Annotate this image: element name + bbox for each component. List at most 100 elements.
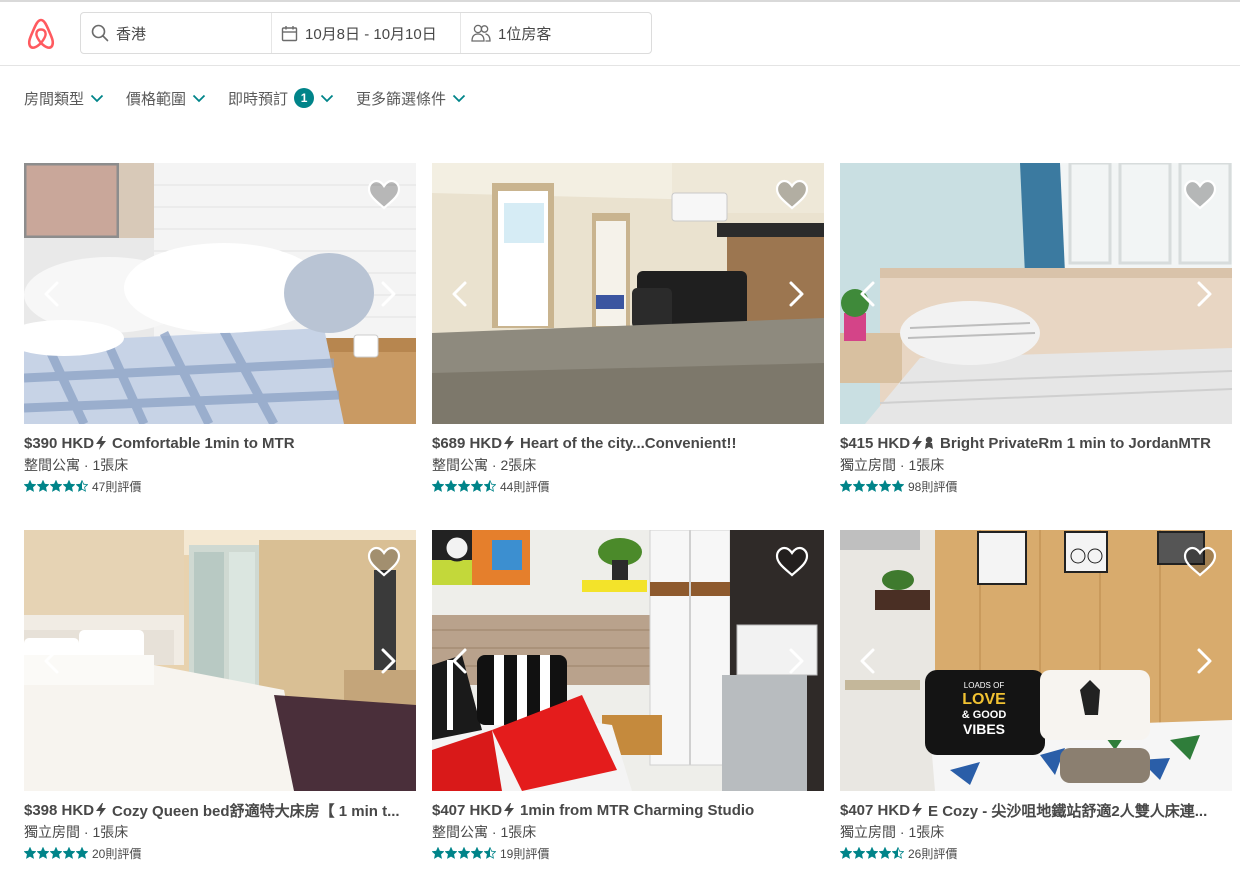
date-range-input[interactable]: 10月8日 - 10月10日	[272, 13, 461, 53]
chevron-right-icon[interactable]	[376, 647, 400, 675]
more-filters-label: 更多篩選條件	[356, 90, 447, 108]
header: 香港 10月8日 - 10月10日 1位房客	[0, 2, 1240, 66]
listing-card[interactable]: $407 HKD 1min from MTR Charming Studio 整…	[432, 530, 824, 861]
star-full-icon	[866, 847, 878, 859]
location-input[interactable]: 香港	[81, 13, 272, 53]
star-full-icon	[471, 847, 483, 859]
star-half-icon	[892, 847, 904, 859]
pillow-text: LOADS OF	[964, 681, 1005, 690]
listing-title[interactable]: $407 HKD 1min from MTR Charming Studio	[432, 800, 824, 820]
chevron-left-icon[interactable]	[40, 280, 64, 308]
listing-card[interactable]: $415 HKD Bright PrivateRm 1 min to Jorda…	[840, 163, 1232, 494]
airbnb-logo-icon[interactable]	[24, 16, 58, 52]
heart-icon[interactable]	[367, 179, 401, 211]
listing-photo[interactable]	[432, 163, 824, 424]
star-full-icon	[37, 847, 49, 859]
bolt-icon	[912, 803, 923, 817]
bolt-icon	[912, 436, 923, 450]
listing-beds: 2張床	[500, 457, 537, 473]
listing-card[interactable]: $390 HKD Comfortable 1min to MTR 整間公寓 · …	[24, 163, 416, 494]
star-full-icon	[63, 847, 75, 859]
bolt-icon	[96, 436, 107, 450]
listing-type: 獨立房間	[840, 824, 896, 840]
chevron-left-icon[interactable]	[448, 280, 472, 308]
heart-icon[interactable]	[367, 546, 401, 578]
pillow-text: & GOOD	[962, 709, 1007, 721]
heart-icon[interactable]	[775, 179, 809, 211]
bolt-icon	[504, 436, 515, 450]
review-count: 44則評價	[500, 479, 550, 494]
listing-price: $407 HKD	[840, 801, 911, 819]
listing-name: 1min from MTR Charming Studio	[520, 801, 755, 819]
listing-photo[interactable]	[840, 163, 1232, 424]
listing-photo[interactable]	[432, 530, 824, 791]
listing-price: $689 HKD	[432, 434, 503, 452]
star-rating	[432, 847, 497, 859]
date-range-value: 10月8日 - 10月10日	[305, 25, 437, 43]
listing-photo[interactable]: LOADS OF LOVE & GOOD VIBES	[840, 530, 1232, 791]
listing-card[interactable]: $689 HKD Heart of the city...Convenient!…	[432, 163, 824, 494]
star-full-icon	[76, 847, 88, 859]
guests-input[interactable]: 1位房客	[461, 13, 651, 53]
pillow-text: LOVE	[962, 691, 1006, 708]
star-rating	[432, 480, 497, 492]
star-full-icon	[432, 847, 444, 859]
star-full-icon	[50, 480, 62, 492]
heart-icon[interactable]	[1183, 179, 1217, 211]
instant-book-label: 即時預訂	[228, 90, 289, 108]
chevron-right-icon[interactable]	[1192, 280, 1216, 308]
guests-value: 1位房客	[498, 25, 552, 43]
chevron-down-icon	[192, 94, 206, 102]
chevron-left-icon[interactable]	[40, 647, 64, 675]
star-full-icon	[866, 480, 878, 492]
more-filters-filter[interactable]: 更多篩選條件	[356, 88, 466, 109]
review-count: 19則評價	[500, 846, 550, 861]
price-range-filter[interactable]: 價格範圍	[126, 88, 206, 109]
listing-rating: 98則評價	[840, 478, 1232, 494]
listing-beds: 1張床	[92, 824, 129, 840]
star-full-icon	[432, 480, 444, 492]
listing-title[interactable]: $415 HKD Bright PrivateRm 1 min to Jorda…	[840, 433, 1232, 453]
listing-photo-image	[24, 530, 416, 791]
listing-beds: 1張床	[908, 824, 945, 840]
listing-rating: 19則評價	[432, 845, 824, 861]
listing-card[interactable]: $398 HKD Cozy Queen bed舒適特大床房【 1 min t..…	[24, 530, 416, 861]
chevron-down-icon	[320, 94, 334, 102]
instant-book-filter[interactable]: 即時預訂 1	[228, 88, 334, 109]
superhost-icon	[925, 436, 934, 449]
guests-icon	[471, 24, 491, 42]
listing-photo-image: LOADS OF LOVE & GOOD VIBES	[840, 530, 1232, 791]
listing-card[interactable]: LOADS OF LOVE & GOOD VIBES $407 HKD E Co…	[840, 530, 1232, 861]
listing-title[interactable]: $390 HKD Comfortable 1min to MTR	[24, 433, 416, 453]
room-type-filter[interactable]: 房間類型	[24, 88, 104, 109]
listing-title[interactable]: $689 HKD Heart of the city...Convenient!…	[432, 433, 824, 453]
heart-icon[interactable]	[1183, 546, 1217, 578]
chevron-right-icon[interactable]	[784, 647, 808, 675]
chevron-right-icon[interactable]	[1192, 647, 1216, 675]
listing-name: Comfortable 1min to MTR	[112, 434, 295, 452]
star-full-icon	[445, 480, 457, 492]
listing-photo[interactable]	[24, 530, 416, 791]
star-full-icon	[445, 847, 457, 859]
listing-photo-image	[432, 163, 824, 424]
listing-rating: 26則評價	[840, 845, 1232, 861]
listing-title[interactable]: $398 HKD Cozy Queen bed舒適特大床房【 1 min t..…	[24, 800, 416, 820]
listing-type: 整間公寓	[432, 824, 488, 840]
listing-type: 整間公寓	[432, 457, 488, 473]
chevron-left-icon[interactable]	[856, 280, 880, 308]
star-full-icon	[853, 847, 865, 859]
chevron-left-icon[interactable]	[856, 647, 880, 675]
star-full-icon	[879, 847, 891, 859]
listing-photo[interactable]	[24, 163, 416, 424]
heart-icon[interactable]	[775, 546, 809, 578]
search-icon	[91, 24, 109, 42]
listing-subtitle: 整間公寓 · 1張床	[24, 457, 129, 473]
chevron-right-icon[interactable]	[376, 280, 400, 308]
chevron-left-icon[interactable]	[448, 647, 472, 675]
listing-subtitle: 整間公寓 · 1張床	[432, 824, 537, 840]
listing-type: 整間公寓	[24, 457, 80, 473]
listing-photo-image	[840, 163, 1232, 424]
chevron-right-icon[interactable]	[784, 280, 808, 308]
listing-beds: 1張床	[500, 824, 537, 840]
listing-title[interactable]: $407 HKD E Cozy - 尖沙咀地鐵站舒適2人雙人床連...	[840, 800, 1232, 820]
